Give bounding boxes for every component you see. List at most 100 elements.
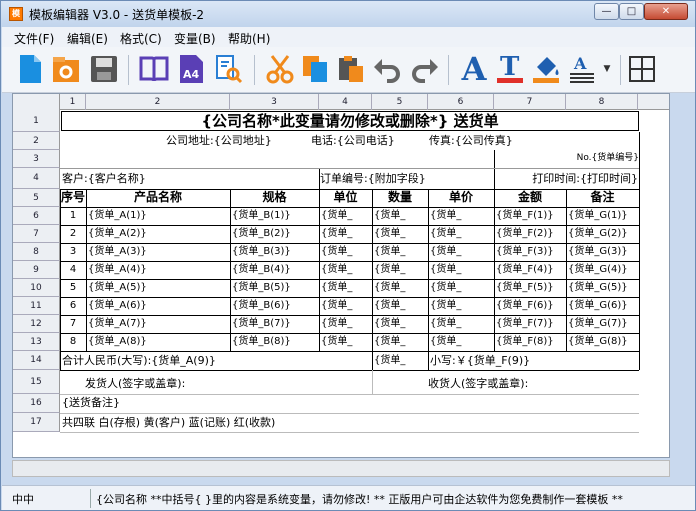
column-header-8[interactable]: 8 bbox=[566, 94, 638, 110]
delivery-remark[interactable]: {送货备注} bbox=[62, 394, 120, 411]
menu-edit[interactable]: 编辑(E) bbox=[67, 30, 108, 47]
item-cell-no[interactable]: 3 bbox=[60, 243, 86, 260]
item-cell-b[interactable]: {货单_B(7)} bbox=[232, 315, 318, 332]
book-icon[interactable] bbox=[138, 53, 170, 85]
new-file-icon[interactable] bbox=[14, 53, 46, 85]
item-cell-a[interactable]: {货单_A(1)} bbox=[88, 207, 229, 224]
item-cell-c[interactable]: {货单_ bbox=[321, 297, 371, 314]
print-preview-icon[interactable] bbox=[212, 53, 244, 85]
column-header-3[interactable]: 3 bbox=[230, 94, 319, 110]
item-cell-f[interactable]: {货单_F(4)} bbox=[496, 261, 565, 278]
fill-color-icon[interactable] bbox=[530, 53, 562, 85]
item-cell-d[interactable]: {货单_ bbox=[374, 297, 427, 314]
row-header[interactable]: 17 bbox=[13, 413, 60, 432]
company-fax[interactable]: 传真:{公司传真} bbox=[429, 132, 513, 149]
paste-icon[interactable] bbox=[336, 53, 368, 85]
item-cell-a[interactable]: {货单_A(7)} bbox=[88, 315, 229, 332]
sender-signature[interactable]: 发货人(签字或盖章): bbox=[85, 375, 185, 392]
item-cell-c[interactable]: {货单_ bbox=[321, 225, 371, 242]
row-header[interactable]: 14 bbox=[13, 351, 60, 370]
item-cell-g[interactable]: {货单_G(5)} bbox=[568, 279, 638, 296]
item-cell-g[interactable]: {货单_G(2)} bbox=[568, 225, 638, 242]
copy-icon[interactable] bbox=[300, 53, 332, 85]
item-cell-d[interactable]: {货单_ bbox=[374, 225, 427, 242]
row-header[interactable]: 4 bbox=[13, 168, 60, 189]
item-cell-d[interactable]: {货单_ bbox=[374, 333, 427, 350]
column-header-5[interactable]: 5 bbox=[372, 94, 428, 110]
item-cell-a[interactable]: {货单_A(3)} bbox=[88, 243, 229, 260]
item-cell-c[interactable]: {货单_ bbox=[321, 279, 371, 296]
header-amount[interactable]: 金额 bbox=[494, 189, 566, 206]
document-number[interactable]: No.{货单编号} bbox=[494, 150, 639, 167]
item-cell-f[interactable]: {货单_F(8)} bbox=[496, 333, 565, 350]
item-cell-b[interactable]: {货单_B(8)} bbox=[232, 333, 318, 350]
row-header[interactable]: 8 bbox=[13, 243, 60, 261]
item-cell-e[interactable]: {货单_ bbox=[430, 315, 493, 332]
company-address[interactable]: 公司地址:{公司地址} bbox=[166, 132, 272, 149]
row-header[interactable]: 2 bbox=[13, 132, 60, 150]
item-cell-b[interactable]: {货单_B(2)} bbox=[232, 225, 318, 242]
item-cell-g[interactable]: {货单_G(6)} bbox=[568, 297, 638, 314]
item-cell-g[interactable]: {货单_G(7)} bbox=[568, 315, 638, 332]
dropdown-arrow-icon[interactable]: ▼ bbox=[600, 53, 614, 85]
copy-distribution-note[interactable]: 共四联 白(存根) 黄(客户) 蓝(记账) 红(收款) bbox=[62, 414, 275, 431]
item-cell-f[interactable]: {货单_F(3)} bbox=[496, 243, 565, 260]
item-cell-no[interactable]: 8 bbox=[60, 333, 86, 350]
item-cell-d[interactable]: {货单_ bbox=[374, 279, 427, 296]
item-cell-b[interactable]: {货单_B(3)} bbox=[232, 243, 318, 260]
column-header-7[interactable]: 7 bbox=[494, 94, 566, 110]
item-cell-no[interactable]: 6 bbox=[60, 297, 86, 314]
column-header-2[interactable]: 2 bbox=[86, 94, 230, 110]
item-cell-g[interactable]: {货单_G(8)} bbox=[568, 333, 638, 350]
item-cell-d[interactable]: {货单_ bbox=[374, 261, 427, 278]
undo-icon[interactable] bbox=[372, 53, 404, 85]
open-folder-icon[interactable] bbox=[50, 53, 82, 85]
row-header[interactable]: 3 bbox=[13, 150, 60, 168]
column-header-1[interactable]: 1 bbox=[60, 94, 86, 110]
column-header-6[interactable]: 6 bbox=[428, 94, 494, 110]
row-header[interactable]: 1 bbox=[13, 110, 60, 132]
item-cell-d[interactable]: {货单_ bbox=[374, 243, 427, 260]
row-header[interactable]: 13 bbox=[13, 333, 60, 351]
maximize-button[interactable]: □ bbox=[619, 3, 644, 20]
item-cell-d[interactable]: {货单_ bbox=[374, 207, 427, 224]
item-cell-e[interactable]: {货单_ bbox=[430, 297, 493, 314]
item-cell-e[interactable]: {货单_ bbox=[430, 207, 493, 224]
item-cell-e[interactable]: {货单_ bbox=[430, 279, 493, 296]
item-cell-b[interactable]: {货单_B(4)} bbox=[232, 261, 318, 278]
item-cell-e[interactable]: {货单_ bbox=[430, 333, 493, 350]
item-cell-f[interactable]: {货单_F(1)} bbox=[496, 207, 565, 224]
item-cell-e[interactable]: {货单_ bbox=[430, 243, 493, 260]
row-header[interactable]: 12 bbox=[13, 315, 60, 333]
item-cell-a[interactable]: {货单_A(2)} bbox=[88, 225, 229, 242]
item-cell-g[interactable]: {货单_G(1)} bbox=[568, 207, 638, 224]
item-cell-no[interactable]: 2 bbox=[60, 225, 86, 242]
item-cell-c[interactable]: {货单_ bbox=[321, 207, 371, 224]
document-title[interactable]: {公司名称*此变量请勿修改或删除*} 送货单 bbox=[61, 111, 639, 131]
font-icon[interactable]: A bbox=[458, 50, 490, 88]
total-uppercase[interactable]: 合计人民币(大写):{货单_A(9)} bbox=[62, 352, 216, 369]
total-lowercase[interactable]: 小写:￥{货单_F(9)} bbox=[430, 352, 530, 369]
item-cell-no[interactable]: 1 bbox=[60, 207, 86, 224]
column-header-4[interactable]: 4 bbox=[319, 94, 372, 110]
border-grid-icon[interactable] bbox=[626, 53, 658, 85]
order-number[interactable]: 订单编号:{附加字段} bbox=[320, 170, 426, 187]
close-button[interactable]: ✕ bbox=[644, 3, 688, 20]
row-header[interactable]: 6 bbox=[13, 207, 60, 225]
item-cell-f[interactable]: {货单_F(5)} bbox=[496, 279, 565, 296]
menu-variable[interactable]: 变量(B) bbox=[174, 30, 216, 47]
header-spec[interactable]: 规格 bbox=[230, 189, 319, 206]
item-cell-b[interactable]: {货单_B(5)} bbox=[232, 279, 318, 296]
row-header[interactable]: 16 bbox=[13, 394, 60, 413]
menu-help[interactable]: 帮助(H) bbox=[228, 30, 270, 47]
row-header[interactable]: 9 bbox=[13, 261, 60, 279]
spreadsheet-grid[interactable]: 1 2 3 4 5 6 7 8 1 2 3 4 5 6 7 8 9 10 11 … bbox=[12, 93, 670, 458]
header-remark[interactable]: 备注 bbox=[566, 189, 639, 206]
header-quantity[interactable]: 数量 bbox=[372, 189, 428, 206]
header-price[interactable]: 单价 bbox=[428, 189, 494, 206]
line-spacing-icon[interactable]: A bbox=[566, 53, 598, 85]
text-color-icon[interactable]: T bbox=[494, 53, 526, 85]
menu-file[interactable]: 文件(F) bbox=[14, 30, 54, 47]
row-header[interactable]: 10 bbox=[13, 279, 60, 297]
customer-name[interactable]: 客户:{客户名称} bbox=[62, 170, 146, 187]
